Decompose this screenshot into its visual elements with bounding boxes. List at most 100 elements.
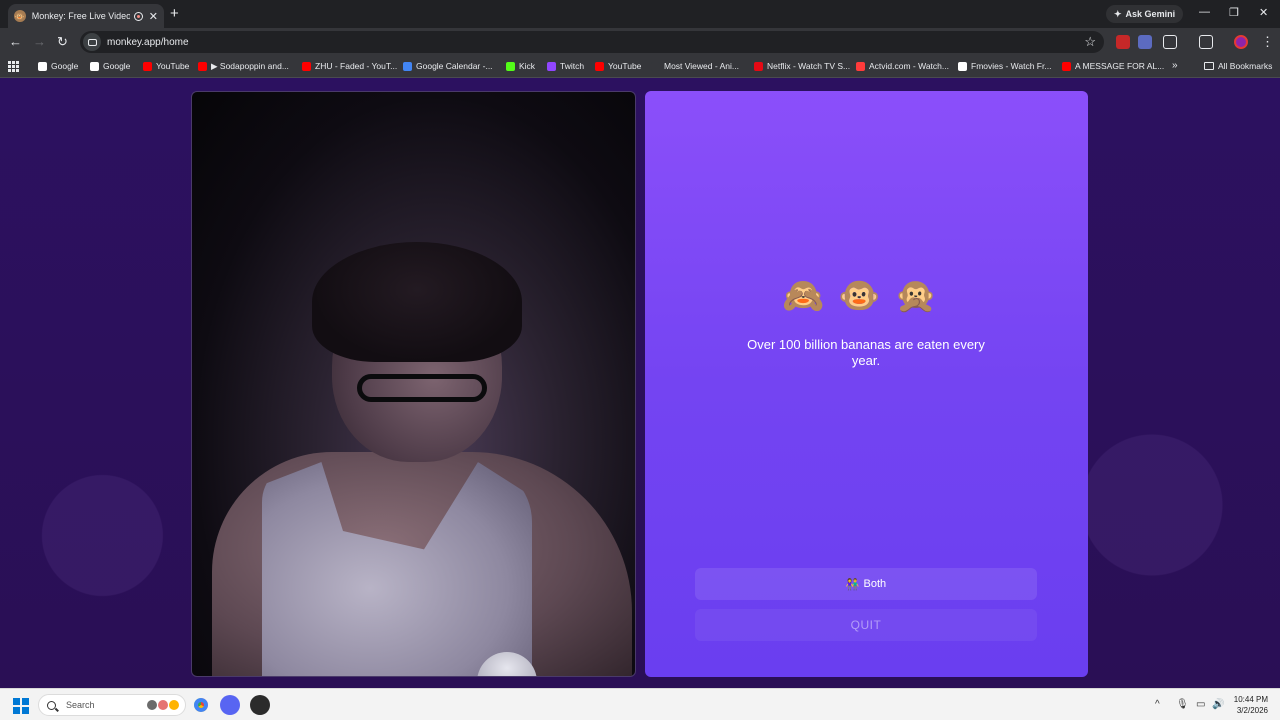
bookmark-label: A MESSAGE FOR AL... bbox=[1075, 61, 1165, 71]
bookmark-item[interactable]: YouTube bbox=[143, 61, 189, 71]
gemini-spark-icon: ✦ bbox=[1114, 8, 1122, 19]
side-panel-icon[interactable] bbox=[1199, 35, 1213, 49]
netflix-icon bbox=[754, 61, 763, 71]
bookmark-item[interactable]: Fmovies - Watch Fr... bbox=[958, 61, 1051, 71]
bookmark-item[interactable]: Actvid.com - Watch... bbox=[856, 61, 949, 71]
recording-icon bbox=[133, 11, 143, 21]
menu-kebab-icon[interactable]: ⋮ bbox=[1261, 34, 1274, 50]
windows-start-icon[interactable] bbox=[13, 698, 29, 714]
chrome-taskbar-icon[interactable] bbox=[191, 695, 211, 715]
bookmark-item[interactable]: YouTube bbox=[595, 61, 641, 71]
bookmark-label: Actvid.com - Watch... bbox=[869, 61, 949, 71]
bookmark-label: YouTube bbox=[608, 61, 642, 71]
google-icon bbox=[90, 61, 99, 71]
tray-overflow-icon[interactable]: ^ bbox=[1155, 699, 1160, 710]
bookmark-item[interactable]: Google bbox=[90, 61, 130, 71]
windows-taskbar: Search ^ 🎙 ▭ 🔊 10:44 PM 3/2/2026 bbox=[0, 688, 1280, 720]
reload-icon[interactable]: ↻ bbox=[57, 34, 68, 50]
site-info-icon[interactable] bbox=[83, 33, 101, 51]
profile-avatar[interactable] bbox=[1234, 35, 1248, 49]
browser-title-bar: 🐵 Monkey: Free Live Video Ch ✕ + ✦ Ask G… bbox=[0, 0, 1280, 28]
display-tray-icon[interactable]: ▭ bbox=[1196, 699, 1205, 710]
bookmarks-overflow-icon[interactable]: » bbox=[1172, 60, 1178, 71]
volume-tray-icon[interactable]: 🔊 bbox=[1212, 699, 1224, 710]
bookmarks-bar: Google Google YouTube ▶ Sodapoppin and..… bbox=[0, 56, 1280, 78]
system-clock[interactable]: 10:44 PM 3/2/2026 bbox=[1228, 694, 1268, 716]
bookmark-label: Twitch bbox=[560, 61, 585, 71]
restore-button[interactable]: ❐ bbox=[1229, 6, 1239, 19]
bookmark-item[interactable]: Twitch bbox=[547, 61, 584, 71]
bookmark-label: Most Viewed - Ani... bbox=[664, 61, 739, 71]
youtube-icon bbox=[1062, 61, 1071, 71]
fun-fact-text: Over 100 billion bananas are eaten every… bbox=[747, 337, 985, 368]
close-window-button[interactable]: ✕ bbox=[1259, 6, 1268, 19]
twitch-icon bbox=[547, 61, 556, 71]
youtube-icon bbox=[302, 61, 311, 71]
three-monkeys-icon: 🙈🐵🙊 bbox=[781, 277, 951, 315]
tab-close-icon[interactable]: ✕ bbox=[149, 10, 158, 23]
youtube-icon bbox=[595, 61, 604, 71]
google-icon bbox=[38, 61, 47, 71]
search-placeholder: Search bbox=[66, 700, 95, 710]
all-bookmarks-button[interactable]: All Bookmarks bbox=[1204, 61, 1272, 71]
address-bar[interactable]: monkey.app/home ☆ bbox=[80, 31, 1104, 53]
bookmark-item[interactable]: Most Viewed - Ani... bbox=[651, 61, 739, 71]
apps-grid-icon[interactable] bbox=[8, 61, 19, 72]
bookmark-item[interactable]: Google Calendar -... bbox=[403, 61, 493, 71]
discord-taskbar-icon[interactable] bbox=[220, 695, 240, 715]
bookmark-item[interactable]: ▶ Sodapoppin and... bbox=[198, 61, 289, 72]
extension-icon-1[interactable] bbox=[1116, 35, 1130, 49]
youtube-icon bbox=[143, 61, 152, 71]
bookmark-label: Fmovies - Watch Fr... bbox=[971, 61, 1052, 71]
bookmark-label: Google Calendar -... bbox=[416, 61, 493, 71]
bookmark-label: ▶ Sodapoppin and... bbox=[211, 61, 289, 71]
clock-time: 10:44 PM bbox=[1233, 695, 1268, 704]
anime-site-icon bbox=[651, 61, 660, 71]
browser-tab[interactable]: 🐵 Monkey: Free Live Video Ch ✕ bbox=[8, 4, 164, 28]
actvid-icon bbox=[856, 61, 865, 71]
quit-button[interactable]: QUIT bbox=[695, 609, 1037, 641]
forward-arrow-icon[interactable]: → bbox=[33, 34, 46, 49]
monkey-favicon-icon: 🐵 bbox=[14, 10, 26, 22]
search-icon bbox=[47, 700, 56, 710]
folder-icon bbox=[1204, 62, 1214, 70]
extensions-puzzle-icon[interactable] bbox=[1163, 35, 1177, 49]
minimize-button[interactable]: — bbox=[1199, 6, 1210, 18]
gender-filter-button[interactable]: 👫 Both bbox=[695, 568, 1037, 600]
new-tab-button[interactable]: + bbox=[170, 5, 179, 22]
bookmark-label: ZHU - Faded - YouT... bbox=[315, 61, 398, 71]
matching-panel: 🙈🐵🙊 Over 100 billion bananas are eaten e… bbox=[645, 91, 1088, 677]
monkey-page: 🙈🐵🙊 Over 100 billion bananas are eaten e… bbox=[0, 78, 1280, 688]
all-bookmarks-label: All Bookmarks bbox=[1218, 61, 1273, 71]
browser-toolbar: ← → ↻ monkey.app/home ☆ ⋮ bbox=[0, 28, 1280, 56]
obs-taskbar-icon[interactable] bbox=[250, 695, 270, 715]
bookmark-label: Netflix - Watch TV S... bbox=[767, 61, 851, 71]
bookmark-item[interactable]: A MESSAGE FOR AL... bbox=[1062, 61, 1164, 71]
bookmark-star-icon[interactable]: ☆ bbox=[1084, 34, 1096, 50]
bookmark-label: YouTube bbox=[156, 61, 190, 71]
couple-icon: 👫 bbox=[845, 578, 860, 591]
gender-filter-label: Both bbox=[863, 578, 887, 590]
bookmark-item[interactable]: Kick bbox=[506, 61, 535, 71]
bookmark-item[interactable]: Netflix - Watch TV S... bbox=[754, 61, 850, 71]
kick-icon bbox=[506, 61, 515, 71]
bookmark-label: Google bbox=[51, 61, 79, 71]
back-arrow-icon[interactable]: ← bbox=[9, 34, 22, 49]
person-glasses bbox=[357, 374, 487, 402]
ask-gemini-label: Ask Gemini bbox=[1125, 9, 1176, 19]
clock-date: 3/2/2026 bbox=[1236, 706, 1268, 715]
tab-title: Monkey: Free Live Video Ch bbox=[31, 11, 130, 21]
extension-icon-2[interactable] bbox=[1138, 35, 1152, 49]
self-video-feed bbox=[191, 91, 636, 677]
bookmark-label: Google bbox=[103, 61, 131, 71]
youtube-icon bbox=[198, 62, 207, 71]
ask-gemini-button[interactable]: ✦ Ask Gemini bbox=[1106, 5, 1184, 23]
bookmark-item[interactable]: Google bbox=[38, 61, 78, 71]
taskbar-search-box[interactable]: Search bbox=[38, 694, 186, 716]
calendar-icon bbox=[403, 61, 412, 71]
microphone-tray-icon[interactable]: 🎙 bbox=[1176, 699, 1189, 710]
fmovies-icon bbox=[958, 61, 967, 71]
search-highlight-icon bbox=[147, 700, 179, 710]
bookmark-item[interactable]: ZHU - Faded - YouT... bbox=[302, 61, 397, 71]
bookmark-label: Kick bbox=[519, 61, 536, 71]
